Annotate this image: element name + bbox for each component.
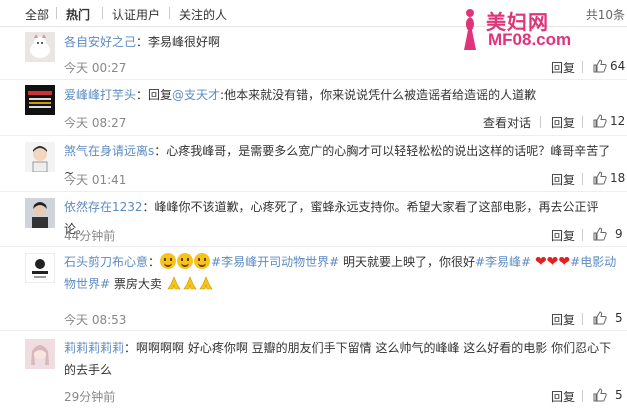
action-divider — [582, 313, 583, 325]
comment-time: 今天 08:53 — [64, 313, 127, 327]
thumb-up-icon[interactable] — [593, 171, 607, 185]
colon-text: ： — [148, 255, 161, 269]
thumb-up-icon[interactable] — [593, 59, 607, 73]
comment-text: ：啊啊啊啊 好心疼你啊 豆瓣的朋友们手下留情 这么帅气的峰峰 这么好看的电影 你… — [64, 341, 612, 377]
mention-link[interactable]: @支天才 — [172, 88, 220, 102]
pray-emoji-icon — [183, 276, 197, 290]
comment-time: 29分钟前 — [64, 390, 116, 404]
action-divider — [582, 390, 583, 402]
heart-icon: ❤ — [534, 254, 547, 270]
tab-divider — [56, 7, 57, 19]
smile-emoji-icon — [160, 253, 177, 269]
action-divider — [582, 61, 583, 73]
tab-all[interactable]: 全部 — [25, 6, 49, 23]
reply-button[interactable]: 回复 — [551, 227, 575, 244]
like-count: 9 — [615, 227, 623, 241]
comment-time: 44分钟前 — [64, 229, 116, 243]
reply-button[interactable]: 回复 — [551, 311, 575, 328]
smile-emoji-icon — [177, 253, 194, 269]
avatar[interactable] — [25, 253, 55, 283]
comment-username[interactable]: 依然存在1232 — [64, 200, 143, 214]
smile-emoji-icon — [194, 253, 211, 269]
comment-text: :他本来就没有错，你来说说凭什么被造谣者给造谣的人道歉 — [220, 88, 537, 102]
tab-divider — [102, 7, 103, 19]
tab-verified[interactable]: 认证用户 — [112, 6, 160, 23]
tab-divider — [169, 7, 170, 19]
tab-following[interactable]: 关注的人 — [179, 6, 227, 23]
comment-text: 明天就要上映了，你很好 — [339, 255, 475, 269]
comment-time: 今天 08:27 — [64, 116, 127, 130]
comment-text: ：李易峰很好啊 — [136, 35, 221, 49]
comment-username[interactable]: 莉莉莉莉莉 — [64, 341, 124, 355]
comment-username[interactable]: 石头剪刀布心意 — [64, 255, 148, 269]
view-conversation-link[interactable]: 查看对话 — [483, 114, 531, 131]
like-count: 12 — [610, 114, 626, 128]
comment-item: 莉莉莉莉莉：啊啊啊啊 好心疼你啊 豆瓣的朋友们手下留情 这么帅气的峰峰 这么好看… — [0, 331, 627, 408]
avatar[interactable] — [25, 32, 55, 62]
comment-item: 煞气在身请远离s：心疼我峰哥，是需要多么宽广的心胸才可以轻轻松松的说出这样的话呢… — [0, 136, 627, 192]
comment-text: ：峰峰你不该道歉，心疼死了，蜜蜂永远支持你。希望大家看了这部电影，再去公正评论。 — [64, 200, 599, 236]
pray-emoji-icon — [199, 276, 213, 290]
avatar[interactable] — [25, 85, 55, 115]
thumb-up-icon[interactable] — [593, 311, 607, 325]
pray-emoji-icon — [167, 276, 181, 290]
tab-hot[interactable]: 热门 — [66, 6, 90, 23]
comment-item: 各自安好之己：李易峰很好啊 今天 00:27 回复 64 — [0, 27, 627, 80]
hashtag-link[interactable]: #李易峰开司动物世界# — [211, 255, 339, 269]
avatar[interactable] — [25, 142, 55, 172]
comment-item: 依然存在1232：峰峰你不该道歉，心疼死了，蜜蜂永远支持你。希望大家看了这部电影… — [0, 192, 627, 247]
thumb-up-icon[interactable] — [593, 114, 607, 128]
comment-item: 爱峰峰打芋头：回复@支天才:他本来就没有错，你来说说凭什么被造谣者给造谣的人道歉… — [0, 80, 627, 136]
action-divider — [540, 116, 541, 128]
like-count: 64 — [610, 59, 626, 73]
comment-time: 今天 00:27 — [64, 61, 127, 75]
thumb-up-icon[interactable] — [593, 227, 607, 241]
comment-time: 今天 01:41 — [64, 173, 127, 187]
reply-button[interactable]: 回复 — [551, 59, 575, 76]
thumb-up-icon[interactable] — [593, 388, 607, 402]
like-count: 5 — [615, 311, 623, 325]
heart-icon: ❤ — [558, 254, 571, 270]
comment-text: 票房大卖 — [110, 277, 162, 291]
hashtag-link[interactable]: #李易峰# — [475, 255, 531, 269]
reply-button[interactable]: 回复 — [551, 114, 575, 131]
action-divider — [582, 173, 583, 185]
reply-button[interactable]: 回复 — [551, 388, 575, 405]
comment-username[interactable]: 爱峰峰打芋头 — [64, 88, 136, 102]
avatar[interactable] — [25, 198, 55, 228]
action-divider — [582, 116, 583, 128]
avatar[interactable] — [25, 339, 55, 369]
like-count: 5 — [615, 388, 623, 402]
comment-username[interactable]: 各自安好之己 — [64, 35, 136, 49]
comment-username[interactable]: 煞气在身请远离s — [64, 144, 154, 158]
action-divider — [582, 229, 583, 241]
heart-icon: ❤ — [546, 254, 559, 270]
comment-item: 石头剪刀布心意： #李易峰开司动物世界# 明天就要上映了，你很好#李易峰# ❤❤❤… — [0, 247, 627, 331]
like-count: 18 — [610, 171, 626, 185]
reply-button[interactable]: 回复 — [551, 171, 575, 188]
comment-text-prefix: ：回复 — [136, 88, 173, 102]
